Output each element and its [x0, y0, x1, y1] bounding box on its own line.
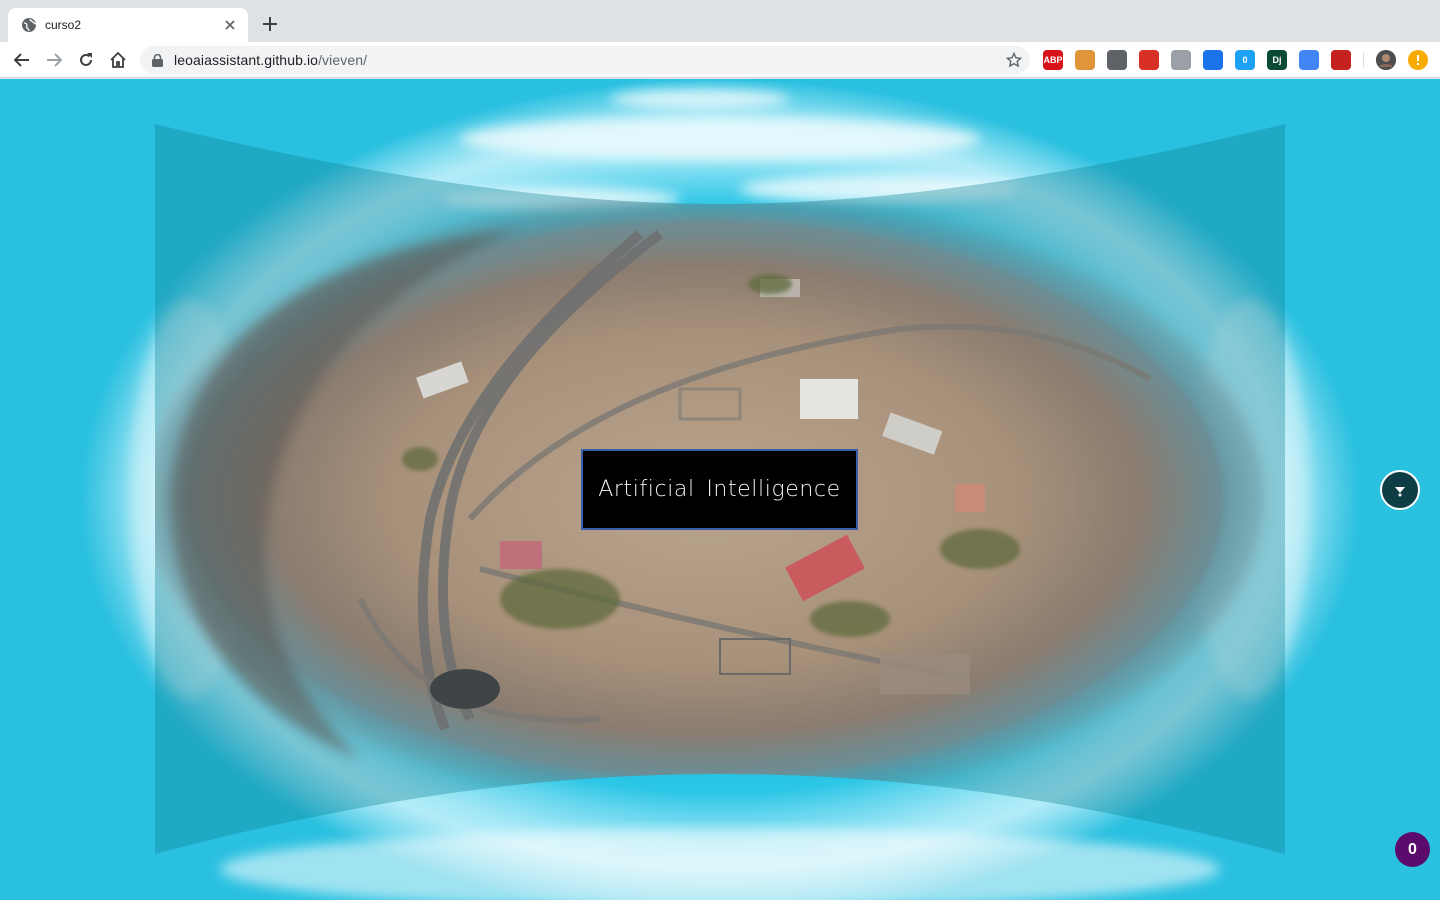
plus-icon — [263, 17, 277, 31]
abp-icon[interactable]: ABP — [1043, 50, 1063, 70]
bookmark-star-icon[interactable] — [1005, 51, 1023, 68]
arrow-left-icon — [14, 53, 29, 67]
eyedropper-icon[interactable] — [1171, 50, 1191, 70]
back-button[interactable] — [8, 46, 36, 74]
update-alert-icon[interactable] — [1408, 50, 1428, 70]
forward-button[interactable] — [40, 46, 68, 74]
cookie-icon[interactable] — [1075, 50, 1095, 70]
pdf-icon[interactable] — [1139, 50, 1159, 70]
close-tab-icon[interactable] — [222, 17, 238, 33]
counter-badge[interactable]: 0 — [1395, 832, 1430, 867]
address-bar[interactable]: leoaiassistant.github.io/vieven/ — [140, 46, 1030, 74]
reload-icon — [80, 53, 92, 66]
lock-icon — [152, 53, 164, 67]
cursor-target-icon — [1395, 487, 1405, 497]
browser-toolbar: leoaiassistant.github.io/vieven/ ABP 0 Dj — [0, 42, 1440, 78]
arrow-right-icon — [47, 53, 62, 67]
url-host: leoaiassistant.github.io — [174, 52, 319, 68]
tab-strip: curso2 — [0, 0, 1440, 42]
panorama-viewport[interactable]: Artificial Intelligence 0 — [0, 79, 1440, 900]
reload-button[interactable] — [72, 46, 100, 74]
title-panel[interactable]: Artificial Intelligence — [581, 449, 858, 530]
globe-icon — [21, 17, 37, 33]
robot-icon[interactable]: 0 — [1235, 50, 1255, 70]
tab-title: curso2 — [45, 18, 82, 32]
url-text: leoaiassistant.github.io/vieven/ — [174, 52, 367, 68]
dj-icon[interactable]: Dj — [1267, 50, 1287, 70]
profile-avatar[interactable] — [1376, 50, 1396, 70]
navigation-hotspot[interactable] — [1380, 470, 1420, 510]
toolbar-divider — [1363, 52, 1364, 68]
media-ext-icon[interactable] — [1331, 50, 1351, 70]
circle-ext-icon[interactable] — [1107, 50, 1127, 70]
home-button[interactable] — [104, 46, 132, 74]
home-icon — [110, 51, 126, 68]
url-path: /vieven/ — [318, 52, 368, 68]
pulse-icon[interactable] — [1203, 50, 1223, 70]
window-ext-icon[interactable] — [1299, 50, 1319, 70]
new-tab-button[interactable] — [258, 12, 282, 36]
title-text: Artificial Intelligence — [598, 477, 841, 502]
browser-tab[interactable]: curso2 — [8, 8, 248, 42]
